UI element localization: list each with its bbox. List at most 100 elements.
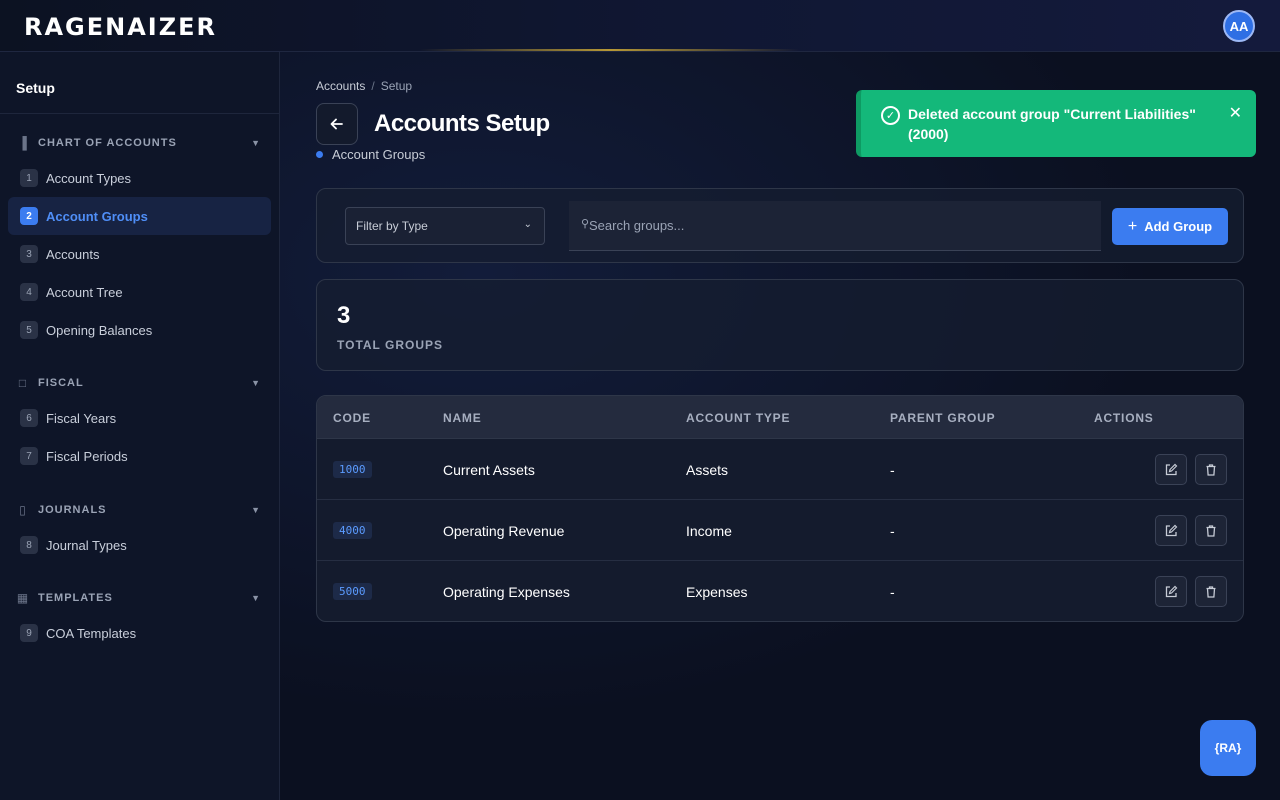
close-icon[interactable]: ✕ bbox=[1229, 104, 1242, 124]
item-number: 2 bbox=[20, 207, 38, 225]
type-filter-select[interactable]: Filter by Type ⌄ bbox=[345, 207, 545, 245]
sidebar-item-coa-templates[interactable]: 9 COA Templates bbox=[8, 614, 271, 652]
book-icon: ▯ bbox=[19, 503, 27, 517]
column-name[interactable]: NAME bbox=[443, 411, 482, 425]
delete-button[interactable] bbox=[1195, 454, 1227, 485]
back-button[interactable] bbox=[316, 103, 358, 145]
breadcrumb-separator: / bbox=[371, 79, 375, 93]
sidebar-item-label: Account Types bbox=[46, 170, 132, 186]
section-label: TEMPLATES bbox=[38, 592, 113, 604]
page-subtitle: Account Groups bbox=[316, 147, 425, 162]
edit-icon bbox=[1165, 585, 1178, 597]
main-content: Accounts / Setup Accounts Setup Account Gr… bbox=[280, 52, 1280, 800]
group-name: Current Assets bbox=[443, 462, 535, 478]
delete-button[interactable] bbox=[1195, 576, 1227, 607]
chevron-down-icon: ▼ bbox=[251, 378, 261, 388]
search-input[interactable]: ⚲ Search groups... bbox=[569, 201, 1101, 251]
code-badge: 4000 bbox=[333, 522, 372, 539]
item-number: 5 bbox=[20, 321, 38, 339]
group-name: Operating Revenue bbox=[443, 523, 565, 539]
table-row: 1000 Current Assets Assets - bbox=[317, 439, 1243, 500]
item-number: 4 bbox=[20, 283, 38, 301]
delete-button[interactable] bbox=[1195, 515, 1227, 546]
sidebar-item-label: Fiscal Periods bbox=[46, 448, 128, 464]
calendar-icon: □ bbox=[18, 376, 28, 390]
sidebar-item-label: Fiscal Years bbox=[46, 410, 117, 426]
sidebar-item-label: Accounts bbox=[46, 246, 100, 262]
sidebar-item-accounts[interactable]: 3 Accounts bbox=[8, 235, 271, 273]
search-icon: ⚲ bbox=[581, 218, 590, 230]
column-actions: ACTIONS bbox=[1094, 411, 1154, 425]
table-header: CODE NAME ACCOUNT TYPE PARENT GROUP ACTI… bbox=[317, 396, 1243, 439]
edit-button[interactable] bbox=[1155, 515, 1187, 546]
total-groups-label: TOTAL GROUPS bbox=[337, 338, 444, 352]
parent-group: - bbox=[890, 584, 895, 600]
sidebar-item-label: COA Templates bbox=[46, 625, 137, 641]
assistant-icon: {RA} bbox=[1214, 741, 1242, 755]
template-icon: ▦ bbox=[16, 591, 30, 605]
top-bar: RAGENAIZER AA bbox=[0, 0, 1280, 52]
status-dot bbox=[316, 151, 323, 158]
total-groups-value: 3 bbox=[337, 302, 351, 329]
column-account-type[interactable]: ACCOUNT TYPE bbox=[686, 411, 790, 425]
sidebar-item-opening-balances[interactable]: 5 Opening Balances bbox=[8, 311, 271, 349]
sidebar-item-fiscal-periods[interactable]: 7 Fiscal Periods bbox=[8, 437, 271, 475]
parent-group: - bbox=[890, 523, 895, 539]
assistant-fab-button[interactable]: {RA} bbox=[1200, 720, 1256, 776]
sidebar-item-label: Journal Types bbox=[46, 537, 127, 553]
add-group-button[interactable]: + Add Group bbox=[1112, 208, 1228, 245]
bar-chart-icon: ▐ bbox=[18, 136, 28, 150]
subtitle-text: Account Groups bbox=[332, 147, 426, 162]
check-circle-icon: ✓ bbox=[881, 106, 900, 125]
table-row: 4000 Operating Revenue Income - bbox=[317, 500, 1243, 561]
trash-icon bbox=[1206, 524, 1216, 537]
account-type: Expenses bbox=[686, 584, 748, 600]
sidebar-item-fiscal-years[interactable]: 6 Fiscal Years bbox=[8, 399, 271, 437]
column-code[interactable]: CODE bbox=[333, 411, 371, 425]
chevron-down-icon: ▼ bbox=[251, 593, 261, 603]
page-title: Accounts Setup bbox=[374, 110, 550, 137]
item-number: 6 bbox=[20, 409, 38, 427]
filter-bar: Filter by Type ⌄ ⚲ Search groups... + Ad… bbox=[316, 188, 1244, 263]
sidebar-item-account-tree[interactable]: 4 Account Tree bbox=[8, 273, 271, 311]
plus-icon: + bbox=[1127, 217, 1138, 235]
success-toast: ✓ Deleted account group "Current Liabili… bbox=[856, 90, 1256, 157]
table-row: 5000 Operating Expenses Expenses - bbox=[317, 561, 1243, 621]
sidebar-title: Setup bbox=[0, 52, 279, 114]
sidebar: Setup ▐ CHART OF ACCOUNTS ▼ 1 Account Ty… bbox=[0, 52, 280, 800]
trash-icon bbox=[1206, 585, 1216, 598]
sidebar-item-label: Account Groups bbox=[46, 208, 148, 224]
code-badge: 1000 bbox=[333, 461, 372, 478]
column-parent-group[interactable]: PARENT GROUP bbox=[890, 411, 995, 425]
user-avatar[interactable]: AA bbox=[1223, 10, 1255, 42]
group-name: Operating Expenses bbox=[443, 584, 570, 600]
edit-icon bbox=[1165, 524, 1178, 536]
section-templates[interactable]: ▦ TEMPLATES ▼ bbox=[0, 582, 279, 614]
breadcrumb: Accounts / Setup bbox=[316, 79, 412, 93]
app-logo[interactable]: RAGENAIZER bbox=[24, 14, 217, 40]
item-number: 9 bbox=[20, 624, 38, 642]
chevron-down-icon: ▼ bbox=[251, 138, 261, 148]
section-label: CHART OF ACCOUNTS bbox=[38, 137, 177, 149]
sidebar-item-journal-types[interactable]: 8 Journal Types bbox=[8, 526, 271, 564]
item-number: 7 bbox=[20, 447, 38, 465]
sidebar-item-account-types[interactable]: 1 Account Types bbox=[8, 159, 271, 197]
total-groups-card: 3 TOTAL GROUPS bbox=[316, 279, 1244, 371]
item-number: 3 bbox=[20, 245, 38, 263]
account-type: Income bbox=[686, 523, 732, 539]
trash-icon bbox=[1206, 463, 1216, 476]
section-label: FISCAL bbox=[38, 377, 84, 389]
breadcrumb-setup: Setup bbox=[380, 79, 413, 93]
breadcrumb-accounts[interactable]: Accounts bbox=[316, 79, 365, 93]
section-chart-of-accounts[interactable]: ▐ CHART OF ACCOUNTS ▼ bbox=[0, 127, 279, 159]
chevron-down-icon: ⌄ bbox=[523, 219, 532, 230]
section-fiscal[interactable]: □ FISCAL ▼ bbox=[0, 367, 279, 399]
section-journals[interactable]: ▯ JOURNALS ▼ bbox=[0, 494, 279, 526]
sidebar-item-account-groups[interactable]: 2 Account Groups bbox=[8, 197, 271, 235]
header-glow-line bbox=[420, 49, 800, 51]
edit-button[interactable] bbox=[1155, 576, 1187, 607]
edit-button[interactable] bbox=[1155, 454, 1187, 485]
sidebar-item-label: Account Tree bbox=[46, 284, 123, 300]
code-badge: 5000 bbox=[333, 583, 372, 600]
item-number: 1 bbox=[20, 169, 38, 187]
